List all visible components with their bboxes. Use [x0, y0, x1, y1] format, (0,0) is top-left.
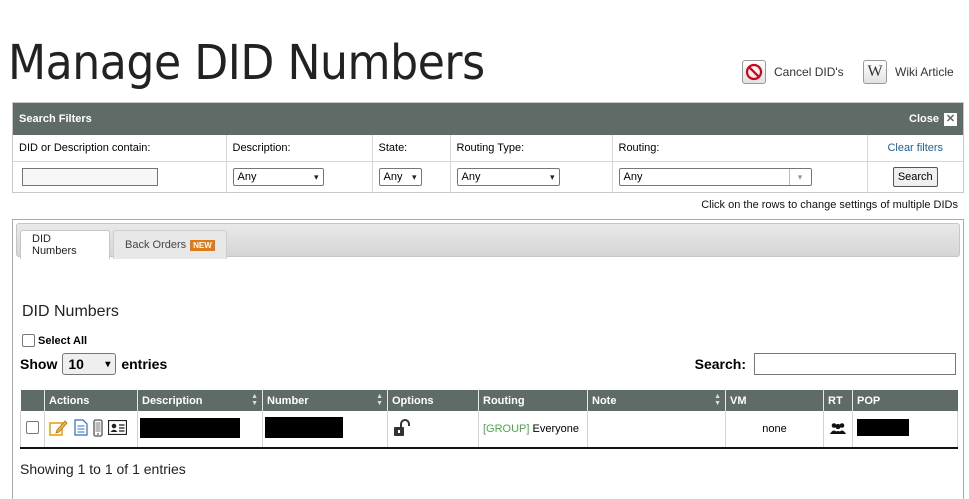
cancel-dids-button[interactable]: Cancel DID's	[742, 60, 844, 84]
chevron-down-icon: ▾	[105, 358, 111, 370]
clear-filters-link[interactable]: Clear filters	[887, 142, 943, 154]
entries-label: entries	[121, 356, 168, 372]
routing-select[interactable]: Any ▾	[618, 168, 812, 187]
col-note-label: Note	[592, 394, 617, 407]
chevron-down-icon: ▾	[788, 169, 811, 186]
col-rt: RT	[823, 390, 853, 411]
did-search-input[interactable]	[22, 168, 158, 187]
search-filters-panel: Search Filters Close ✕ DID or Descriptio…	[12, 102, 964, 193]
wiki-article-label: Wiki Article	[895, 65, 954, 79]
redacted-number	[265, 417, 343, 438]
state-select[interactable]: Any ▾	[378, 168, 422, 187]
vcard-icon[interactable]	[107, 419, 128, 438]
table-header-row: Actions Description ▲ ▼ Number ▲ ▼ Options R…	[20, 390, 958, 411]
row-vm: none	[725, 411, 824, 449]
unlock-icon[interactable]	[392, 418, 412, 440]
col-vm: VM	[725, 390, 824, 411]
cancel-dids-label: Cancel DID's	[774, 65, 844, 79]
tab-bar: DID Numbers Back Orders NEW	[16, 223, 960, 259]
filter-label-routing: Routing:	[612, 135, 868, 162]
chevron-down-icon: ▾	[411, 171, 417, 182]
col-select	[20, 390, 45, 411]
close-label: Close	[909, 113, 939, 125]
sort-icon: ▲ ▼	[714, 393, 721, 407]
phone-icon[interactable]	[93, 418, 103, 440]
routing-type-select[interactable]: Any ▾	[456, 168, 560, 187]
col-description-label: Description	[142, 394, 203, 407]
table-search: Search:	[695, 353, 956, 375]
select-all-checkbox[interactable]: Select All	[22, 334, 87, 347]
row-checkbox[interactable]	[26, 421, 39, 434]
wiki-article-button[interactable]: W Wiki Article	[863, 60, 954, 84]
close-filters-button[interactable]: Close ✕	[909, 112, 957, 126]
did-table: Actions Description ▲ ▼ Number ▲ ▼ Options R…	[20, 390, 958, 449]
col-number-label: Number	[267, 394, 309, 407]
filter-table: DID or Description contain: Description:…	[13, 135, 963, 193]
chevron-down-icon: ▾	[549, 171, 555, 182]
table-info: Showing 1 to 1 of 1 entries	[20, 461, 186, 477]
tab-did-numbers-label: DID Numbers	[32, 233, 77, 257]
filters-heading: Search Filters	[19, 113, 92, 125]
col-options: Options	[387, 390, 479, 411]
filter-label-did: DID or Description contain:	[13, 135, 227, 162]
routing-select-value: Any	[623, 171, 643, 184]
col-actions: Actions	[44, 390, 138, 411]
filters-header: Search Filters Close ✕	[13, 103, 963, 135]
routing-type-select-value: Any	[461, 171, 481, 184]
search-label: Search:	[694, 356, 746, 372]
filter-label-state: State:	[372, 135, 451, 162]
page-size-control: Show 10 ▾ entries	[20, 353, 167, 375]
close-icon: ✕	[944, 112, 957, 126]
search-button[interactable]: Search	[892, 167, 938, 188]
group-icon	[830, 422, 846, 437]
routing-group-tag: [GROUP]	[483, 423, 530, 435]
page-size-select[interactable]: 10 ▾	[62, 353, 117, 375]
did-list-panel: DID Numbers Back Orders NEW DID Numbers …	[12, 219, 964, 499]
redacted-description	[140, 417, 240, 438]
redacted-pop	[857, 419, 909, 436]
wiki-icon: W	[863, 60, 887, 84]
page-title: Manage DID Numbers	[8, 35, 485, 92]
sort-icon: ▲ ▼	[376, 393, 383, 407]
description-select-value: Any	[237, 171, 257, 184]
new-badge: NEW	[190, 239, 215, 251]
row-note	[587, 411, 726, 449]
description-select[interactable]: Any ▾	[232, 168, 324, 187]
select-all-label: Select All	[38, 334, 88, 347]
filter-label-description: Description:	[226, 135, 373, 162]
tab-back-orders-label: Back Orders	[125, 239, 187, 251]
page-size-value: 10	[68, 356, 84, 372]
col-note[interactable]: Note ▲ ▼	[587, 390, 726, 411]
chevron-down-icon: ▾	[313, 171, 319, 182]
section-title: DID Numbers	[22, 303, 119, 320]
edit-icon[interactable]	[49, 419, 69, 440]
multi-select-hint: Click on the rows to change settings of …	[701, 199, 958, 211]
state-select-value: Any	[383, 171, 403, 184]
col-routing: Routing	[478, 390, 588, 411]
col-number[interactable]: Number ▲ ▼	[262, 390, 388, 411]
col-pop: POP	[852, 390, 958, 411]
tab-did-numbers[interactable]: DID Numbers	[20, 230, 110, 259]
table-row[interactable]: [GROUP] Everyone none	[20, 411, 958, 449]
filter-label-routing-type: Routing Type:	[450, 135, 613, 162]
show-label: Show	[20, 356, 58, 372]
cancel-icon	[742, 60, 766, 84]
select-all-box[interactable]	[22, 334, 35, 347]
col-description[interactable]: Description ▲ ▼	[137, 390, 263, 411]
document-icon[interactable]	[74, 419, 88, 439]
tab-back-orders[interactable]: Back Orders NEW	[113, 230, 227, 259]
table-search-input[interactable]	[754, 353, 956, 375]
routing-target: Everyone	[532, 423, 579, 435]
sort-icon: ▲ ▼	[251, 393, 258, 407]
